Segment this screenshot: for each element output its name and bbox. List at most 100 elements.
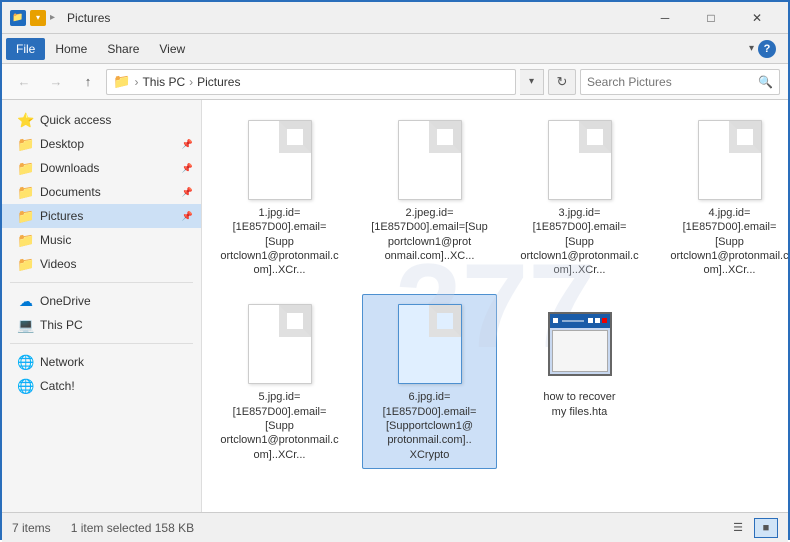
hta-content (552, 330, 608, 372)
path-sep-2: › (189, 75, 193, 89)
sidebar-item-onedrive[interactable]: ☁ OneDrive (2, 289, 201, 313)
catch-icon: 🌐 (18, 378, 34, 394)
pictures-folder-icon: 📁 (18, 208, 34, 224)
path-sep-1: › (134, 75, 138, 89)
title-bar: 📁 ▾ ▸ Pictures ─ □ ✕ (2, 2, 788, 34)
sidebar-desktop-label: Desktop (40, 137, 84, 151)
network-icon: 🌐 (18, 354, 34, 370)
list-view-button[interactable]: ☰ (726, 518, 750, 538)
file-page-2 (398, 120, 462, 200)
menu-share[interactable]: Share (97, 38, 149, 60)
menu-help[interactable]: ? (758, 40, 776, 58)
sidebar-item-downloads[interactable]: 📁 Downloads 📌 (2, 156, 201, 180)
sidebar: ⭐ Quick access 📁 Desktop 📌 📁 Downloads 📌… (2, 100, 202, 512)
hta-titlebar (550, 314, 610, 328)
menu-home[interactable]: Home (45, 38, 97, 60)
address-dropdown[interactable]: ▾ (520, 69, 544, 95)
star-icon: ⭐ (18, 112, 34, 128)
file-page-5 (248, 304, 312, 384)
file-icon-4 (690, 117, 770, 202)
sidebar-item-this-pc[interactable]: 💻 This PC (2, 313, 201, 337)
menu-file[interactable]: File (6, 38, 45, 60)
file-item-2[interactable]: 2.jpeg.id=[1E857D00].email=[Sup portclow… (362, 110, 497, 284)
minimize-button[interactable]: ─ (642, 2, 688, 34)
selected-info: 1 item selected 158 KB (71, 521, 194, 535)
path-pictures[interactable]: Pictures (197, 75, 240, 89)
search-input[interactable] (587, 75, 754, 89)
file-icon-1 (240, 117, 320, 202)
hta-dot (553, 318, 558, 323)
file-item-4[interactable]: 4.jpg.id=[1E857D00].email=[Supp ortclown… (662, 110, 788, 284)
file-label-1: 1.jpg.id=[1E857D00].email=[Supp ortclown… (219, 206, 340, 277)
file-item-3[interactable]: 3.jpg.id=[1E857D00].email=[Supp ortclown… (512, 110, 647, 284)
sidebar-item-catch[interactable]: 🌐 Catch! (2, 374, 201, 398)
file-item-1[interactable]: 1.jpg.id=[1E857D00].email=[Supp ortclown… (212, 110, 347, 284)
folder-icon: 📁 (10, 10, 26, 26)
sidebar-item-documents[interactable]: 📁 Documents 📌 (2, 180, 201, 204)
file-area: 277 1.jpg.id=[1E857D00].email=[Supp ortc… (202, 100, 788, 512)
file-item-6[interactable]: 6.jpg.id=[1E857D00].email=[Supportclown1… (362, 294, 497, 468)
file-label-4: 4.jpg.id=[1E857D00].email=[Supp ortclown… (669, 206, 788, 277)
menu-chevron[interactable]: ▾ (749, 43, 754, 54)
onedrive-icon: ☁ (18, 293, 34, 309)
address-bar: ← → ↑ 📁 › This PC › Pictures ▾ ↻ 🔍 (2, 64, 788, 100)
sidebar-videos-label: Videos (40, 257, 76, 271)
sidebar-onedrive-label: OneDrive (40, 294, 91, 308)
item-count: 7 items (12, 521, 51, 535)
status-bar: 7 items 1 item selected 158 KB ☰ ■ (2, 512, 788, 542)
search-icon: 🔍 (758, 75, 773, 89)
path-this-pc[interactable]: This PC (142, 75, 185, 89)
file-label-5: 5.jpg.id=[1E857D00].email=[Supp ortclown… (219, 390, 340, 461)
sidebar-divider-1 (10, 282, 193, 283)
pin-separator: ▸ (50, 12, 55, 23)
view-controls: ☰ ■ (726, 518, 778, 538)
file-item-5[interactable]: 5.jpg.id=[1E857D00].email=[Supp ortclown… (212, 294, 347, 468)
maximize-button[interactable]: □ (688, 2, 734, 34)
large-icon-view-button[interactable]: ■ (754, 518, 778, 538)
file-label-2: 2.jpeg.id=[1E857D00].email=[Sup portclow… (369, 206, 490, 263)
videos-folder-icon: 📁 (18, 256, 34, 272)
desktop-folder-icon: 📁 (18, 136, 34, 152)
path-folder-icon: 📁 (113, 73, 130, 90)
documents-folder-icon: 📁 (18, 184, 34, 200)
music-folder-icon: 📁 (18, 232, 34, 248)
file-item-7[interactable]: how to recovermy files.hta (512, 294, 647, 468)
sidebar-music-label: Music (40, 233, 71, 247)
file-page-6 (398, 304, 462, 384)
sidebar-item-desktop[interactable]: 📁 Desktop 📌 (2, 132, 201, 156)
sidebar-item-network[interactable]: 🌐 Network (2, 350, 201, 374)
sidebar-documents-label: Documents (40, 185, 101, 199)
menu-bar: File Home Share View ▾ ? (2, 34, 788, 64)
refresh-button[interactable]: ↻ (548, 69, 576, 95)
file-icon-3 (540, 117, 620, 202)
quick-access-icon: ▾ (30, 10, 46, 26)
up-button[interactable]: ↑ (74, 69, 102, 95)
title-bar-icons: 📁 ▾ ▸ (10, 10, 55, 26)
downloads-folder-icon: 📁 (18, 160, 34, 176)
close-button[interactable]: ✕ (734, 2, 780, 34)
sidebar-item-pictures[interactable]: 📁 Pictures 📌 (2, 204, 201, 228)
pin-icon-downloads: 📌 (182, 163, 193, 174)
file-icon-6 (390, 301, 470, 386)
sidebar-catch-label: Catch! (40, 379, 75, 393)
file-page-4 (698, 120, 762, 200)
back-button[interactable]: ← (10, 69, 38, 95)
window-controls: ─ □ ✕ (642, 2, 780, 34)
sidebar-network-label: Network (40, 355, 84, 369)
address-path: 📁 › This PC › Pictures (106, 69, 516, 95)
sidebar-this-pc-label: This PC (40, 318, 83, 332)
file-icon-2 (390, 117, 470, 202)
file-page-3 (548, 120, 612, 200)
search-box: 🔍 (580, 69, 780, 95)
pin-icon-desktop: 📌 (182, 139, 193, 150)
sidebar-quick-access-label: Quick access (40, 113, 111, 127)
file-label-6: 6.jpg.id=[1E857D00].email=[Supportclown1… (383, 390, 477, 461)
forward-button[interactable]: → (42, 69, 70, 95)
this-pc-icon: 💻 (18, 317, 34, 333)
file-page-1 (248, 120, 312, 200)
sidebar-quick-access: ⭐ Quick access (2, 108, 201, 132)
sidebar-item-music[interactable]: 📁 Music (2, 228, 201, 252)
main-content: ⭐ Quick access 📁 Desktop 📌 📁 Downloads 📌… (2, 100, 788, 512)
menu-view[interactable]: View (149, 38, 195, 60)
sidebar-item-videos[interactable]: 📁 Videos (2, 252, 201, 276)
